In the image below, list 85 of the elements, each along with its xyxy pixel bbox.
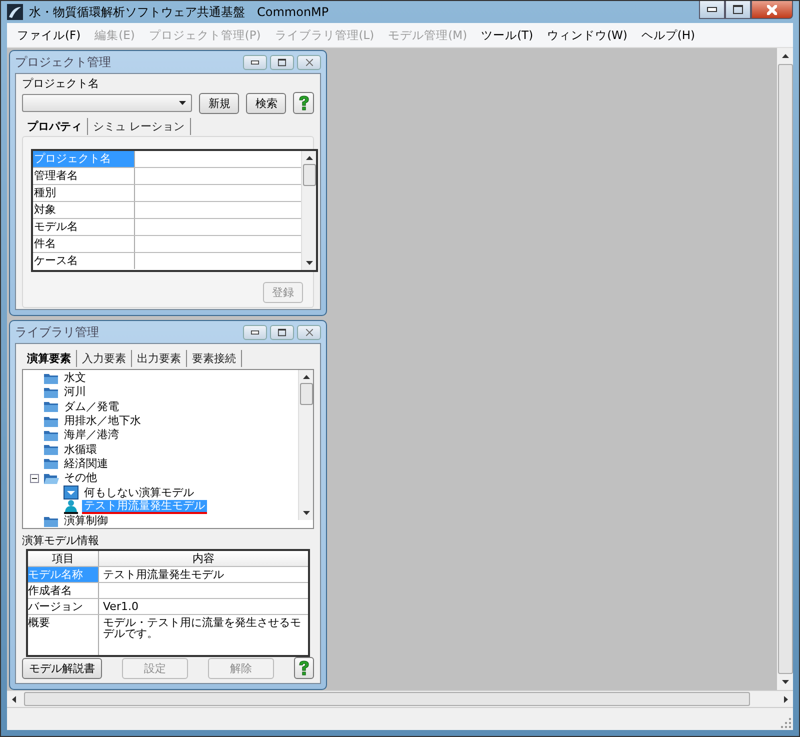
- property-name[interactable]: 件名: [33, 236, 135, 252]
- left-arrow-icon: [12, 696, 16, 702]
- vertical-scrollbar[interactable]: [298, 370, 313, 520]
- panel-button[interactable]: モデル解説書: [22, 658, 102, 679]
- folder-icon: [43, 428, 59, 442]
- tree-item[interactable]: 用排水／地下水: [62, 415, 143, 428]
- down-arrow-icon: [306, 261, 312, 265]
- app-logo-icon: [7, 4, 23, 20]
- person-icon: [63, 499, 79, 514]
- toolbar-button[interactable]: 新規: [199, 92, 240, 114]
- menu-item[interactable]: ウィンドウ(W): [541, 26, 634, 44]
- up-arrow-icon: [782, 54, 788, 58]
- field-label: プロジェクト名: [22, 76, 100, 91]
- item-cell[interactable]: バージョン: [28, 599, 99, 614]
- tree-item[interactable]: ダム／発電: [62, 400, 121, 413]
- help-button[interactable]: [293, 92, 314, 114]
- open-folder-icon: [43, 472, 59, 485]
- minimize-button[interactable]: [243, 324, 267, 340]
- vertical-scrollbar[interactable]: [301, 151, 316, 270]
- maximize-button[interactable]: [725, 1, 751, 19]
- scrollbar-thumb[interactable]: [24, 692, 750, 706]
- maximize-button[interactable]: [270, 54, 294, 70]
- folder-icon: [43, 514, 59, 528]
- content-cell-text: Ver1.0: [102, 599, 140, 614]
- down-arrow-icon: [782, 680, 788, 684]
- tab[interactable]: 入力要素: [77, 350, 132, 367]
- item-cell[interactable]: 作成者名: [28, 583, 99, 598]
- folder-icon: [43, 372, 59, 385]
- column-header: 項目: [28, 551, 99, 566]
- tree-item[interactable]: 演算制御: [62, 515, 110, 528]
- tree-item[interactable]: 水循環: [62, 444, 99, 456]
- tree-item[interactable]: 河川: [62, 386, 88, 398]
- tab[interactable]: シミュ レーション: [88, 118, 190, 135]
- item-cell[interactable]: 概要: [28, 615, 99, 656]
- panel-title: ライブラリ管理: [15, 324, 99, 340]
- tree-item[interactable]: その他: [62, 472, 99, 484]
- scrollbar-thumb[interactable]: [302, 164, 316, 186]
- tree-item[interactable]: 経済関連: [62, 458, 110, 470]
- panel-title: プロジェクト管理: [15, 54, 111, 70]
- dropdown-arrow-icon: [179, 101, 186, 105]
- question-mark-icon: [298, 95, 310, 111]
- tab[interactable]: 要素接続: [187, 350, 242, 367]
- column-header: 内容: [192, 551, 216, 566]
- toolbar-button[interactable]: 検索: [246, 92, 286, 114]
- group-title: 演算モデル情報: [22, 533, 100, 548]
- property-name[interactable]: 対象: [33, 202, 135, 218]
- up-arrow-icon: [306, 156, 312, 160]
- tree-item[interactable]: 海岸／港湾: [62, 429, 121, 442]
- down-arrow-icon: [302, 511, 310, 515]
- resize-grip-icon: [781, 718, 791, 728]
- project-name-dropdown[interactable]: [22, 94, 192, 112]
- minimize-button[interactable]: [243, 54, 267, 70]
- scrollbar-thumb[interactable]: [300, 383, 312, 405]
- question-mark-icon: [298, 660, 310, 676]
- folder-icon: [43, 457, 59, 470]
- tree-item[interactable]: 何もしない演算モデル: [82, 486, 196, 499]
- menu-item[interactable]: ヘルプ(H): [635, 26, 702, 44]
- tab[interactable]: プロパティ: [22, 118, 88, 135]
- right-arrow-icon: [784, 696, 788, 702]
- close-button[interactable]: [297, 54, 321, 70]
- close-button[interactable]: [297, 324, 321, 340]
- folder-icon: [43, 386, 59, 399]
- maximize-button[interactable]: [270, 324, 294, 340]
- help-button[interactable]: [294, 657, 314, 680]
- collapse-toggle-icon[interactable]: [30, 474, 39, 483]
- tab[interactable]: 演算要素: [22, 350, 77, 367]
- content-cell-text: モデル・テスト用に流量を発生させるモデルです。: [102, 615, 302, 642]
- folder-icon: [43, 414, 59, 428]
- tree-item[interactable]: 水文: [62, 372, 88, 384]
- close-button[interactable]: [751, 1, 793, 19]
- model-icon: [63, 485, 79, 500]
- content-cell-text: テスト用流量発生モデル: [102, 567, 225, 582]
- folder-icon: [43, 400, 59, 414]
- tab[interactable]: 出力要素: [132, 350, 187, 367]
- menu-item[interactable]: ツール(T): [475, 26, 540, 44]
- minimize-button[interactable]: [699, 1, 725, 19]
- menu-item[interactable]: ファイル(F): [11, 26, 87, 44]
- property-name[interactable]: ケース名: [33, 253, 135, 269]
- property-name[interactable]: 管理者名: [33, 168, 135, 184]
- window-title: 水・物質循環解析ソフトウェア共通基盤 CommonMP: [29, 4, 329, 20]
- property-name[interactable]: モデル名: [33, 219, 135, 235]
- property-name[interactable]: 種別: [33, 185, 135, 201]
- up-arrow-icon: [302, 375, 310, 379]
- horizontal-scrollbar[interactable]: [7, 690, 793, 707]
- folder-icon: [43, 443, 59, 456]
